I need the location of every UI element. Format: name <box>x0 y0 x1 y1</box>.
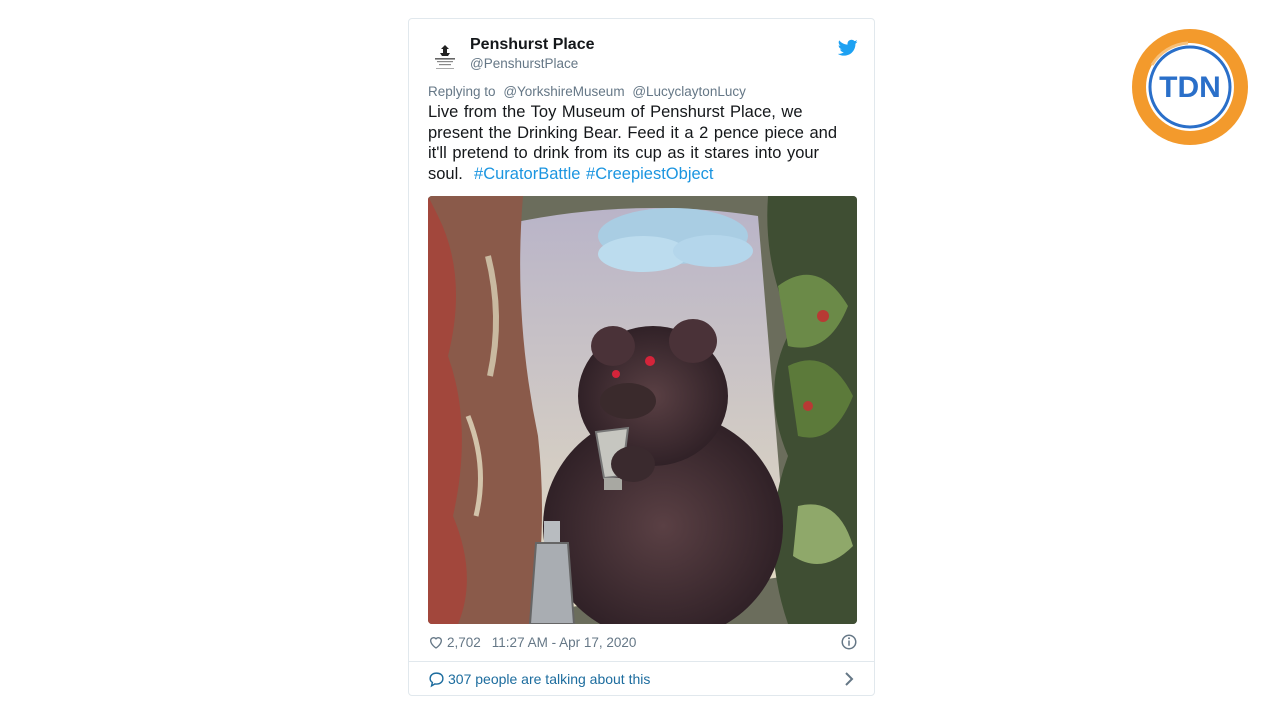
avatar[interactable] <box>427 41 463 77</box>
reply-prefix: Replying to <box>428 84 496 99</box>
twitter-bird-icon[interactable] <box>838 39 858 57</box>
like-count[interactable]: 2,702 <box>447 635 481 650</box>
author-handle[interactable]: @PenshurstPlace <box>470 56 578 71</box>
tweet-photo[interactable] <box>428 196 857 624</box>
card-divider <box>409 661 874 662</box>
conversation-link[interactable]: 307 people are talking about this <box>428 670 650 688</box>
speech-bubble-icon <box>429 671 444 687</box>
penshurst-crest-icon <box>435 45 455 69</box>
reply-context: Replying to @YorkshireMuseum @Lucyclayto… <box>428 84 750 99</box>
tdn-logo: TDN <box>1132 29 1248 145</box>
hashtag-creepiestobject[interactable]: #CreepiestObject <box>586 165 713 183</box>
info-icon[interactable] <box>840 633 858 651</box>
author-name[interactable]: Penshurst Place <box>470 36 595 54</box>
embedded-tweet-card: Penshurst Place @PenshurstPlace Replying… <box>408 18 875 696</box>
drinking-bear-photo <box>428 196 857 624</box>
hashtag-curatorbattle[interactable]: #CuratorBattle <box>474 165 580 183</box>
reply-mention-lucyclaytonlucy[interactable]: @LucyclaytonLucy <box>632 84 746 99</box>
chevron-right-icon[interactable] <box>843 671 855 687</box>
reply-mention-yorkshiremuseum[interactable]: @YorkshireMuseum <box>503 84 624 99</box>
heart-icon[interactable] <box>428 634 444 650</box>
tdn-logo-text: TDN <box>1159 71 1221 104</box>
tweet-meta: 2,702 11:27 AM - Apr 17, 2020 <box>428 633 636 651</box>
tweet-text: Live from the Toy Museum of Penshurst Pl… <box>428 102 858 184</box>
tweet-timestamp[interactable]: 11:27 AM - Apr 17, 2020 <box>492 635 637 650</box>
conversation-text: 307 people are talking about this <box>448 671 651 687</box>
